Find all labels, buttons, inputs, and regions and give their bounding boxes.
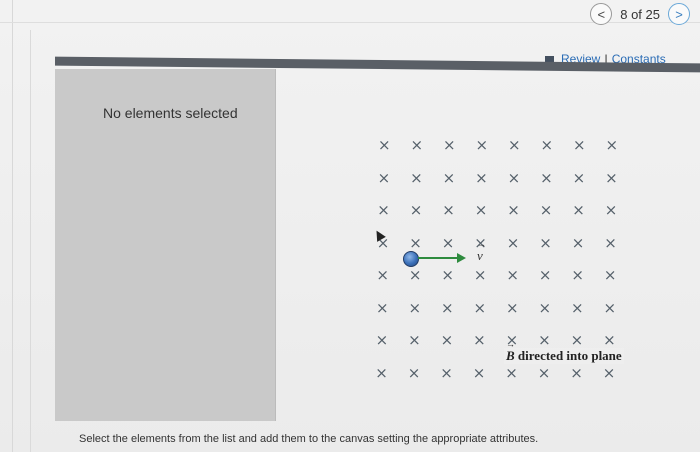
field-x-mark: × (571, 233, 585, 252)
field-x-mark: × (540, 168, 553, 187)
velocity-label: v (477, 239, 486, 264)
field-x-mark: × (570, 331, 584, 349)
field-label: B directed into plane (504, 348, 624, 364)
field-x-mark: × (572, 168, 586, 187)
margin-line (30, 30, 31, 452)
field-x-mark: × (410, 168, 423, 187)
field-symbol: B (506, 348, 515, 363)
field-x-mark: × (376, 266, 389, 284)
field-x-mark: × (408, 331, 421, 349)
instructions: Select the elements from the list and ad… (79, 433, 539, 445)
field-x-mark: × (508, 136, 521, 154)
selection-status: No elements selected (103, 105, 238, 121)
field-x-mark: × (473, 266, 487, 284)
field-x-mark: × (475, 168, 488, 187)
field-x-mark: × (572, 201, 585, 219)
field-direction-text: directed into plane (517, 348, 622, 363)
field-x-mark: × (604, 233, 617, 252)
field-x-mark: × (472, 363, 486, 382)
field-x-mark: × (440, 363, 453, 382)
field-x-mark: × (375, 331, 389, 349)
field-x-mark: × (377, 201, 390, 219)
field-x-mark: × (441, 266, 454, 284)
field-x-mark: × (539, 201, 553, 219)
field-x-mark: × (473, 331, 486, 349)
field-x-mark: × (573, 136, 586, 154)
field-x-mark: × (605, 168, 618, 187)
field-x-mark: × (603, 298, 617, 317)
field-x-mark: × (442, 201, 455, 219)
field-x-mark: × (605, 136, 619, 154)
field-x-mark: × (443, 136, 456, 154)
field-x-mark: × (475, 136, 489, 154)
field-x-mark: × (507, 201, 520, 219)
field-x-mark: × (570, 363, 583, 382)
field-x-mark: × (603, 266, 617, 284)
field-x-mark: × (473, 298, 487, 317)
chevron-right-icon[interactable]: > (668, 3, 690, 25)
field-x-mark: × (506, 266, 519, 284)
field-x-mark: × (375, 363, 388, 382)
field-x-mark: × (604, 201, 618, 219)
field-x-mark: × (442, 168, 456, 187)
field-x-mark: × (377, 168, 391, 187)
elements-panel[interactable]: No elements selected (55, 69, 276, 421)
field-x-mark: × (378, 136, 391, 154)
drawing-canvas[interactable]: × × × × × × × × × × × × × × × × × × × × × × × × × × × × × × × × × × × × × × × ×… (372, 130, 634, 388)
field-x-mark: × (538, 331, 551, 349)
field-x-mark: × (602, 363, 616, 382)
field-x-mark: × (539, 233, 552, 252)
field-x-mark: × (407, 363, 421, 382)
field-x-mark: × (376, 298, 389, 317)
field-x-mark: × (409, 233, 422, 252)
field-x-mark: × (537, 363, 551, 382)
field-x-mark: × (538, 298, 552, 317)
field-x-mark: × (440, 331, 454, 349)
field-x-mark: × (441, 233, 455, 252)
field-x-mark: × (603, 331, 616, 349)
field-x-mark: × (571, 298, 584, 317)
field-x-mark: × (540, 136, 554, 154)
field-x-mark: × (408, 298, 422, 317)
charged-particle[interactable] (403, 251, 419, 267)
page: < 8 of 25 > Review I Constants No elemen… (0, 0, 700, 452)
chevron-left-icon[interactable]: < (590, 3, 613, 25)
field-x-mark: × (507, 168, 521, 187)
field-x-mark: × (571, 266, 584, 284)
field-x-mark: × (538, 266, 552, 284)
velocity-vector[interactable] (418, 257, 458, 259)
field-x-mark: × (474, 201, 488, 219)
velocity-arrowhead (457, 253, 466, 263)
field-x-mark: × (408, 266, 422, 284)
field-x-mark: × (506, 233, 520, 252)
pagination: < 8 of 25 > (590, 2, 690, 26)
margin-line (12, 0, 13, 452)
field-x-mark: × (409, 201, 423, 219)
field-x-mark: × (441, 298, 454, 317)
page-counter: 8 of 25 (620, 6, 660, 22)
field-x-mark: × (505, 363, 518, 382)
field-x-mark: × (506, 298, 519, 317)
field-x-mark: × (410, 136, 424, 154)
